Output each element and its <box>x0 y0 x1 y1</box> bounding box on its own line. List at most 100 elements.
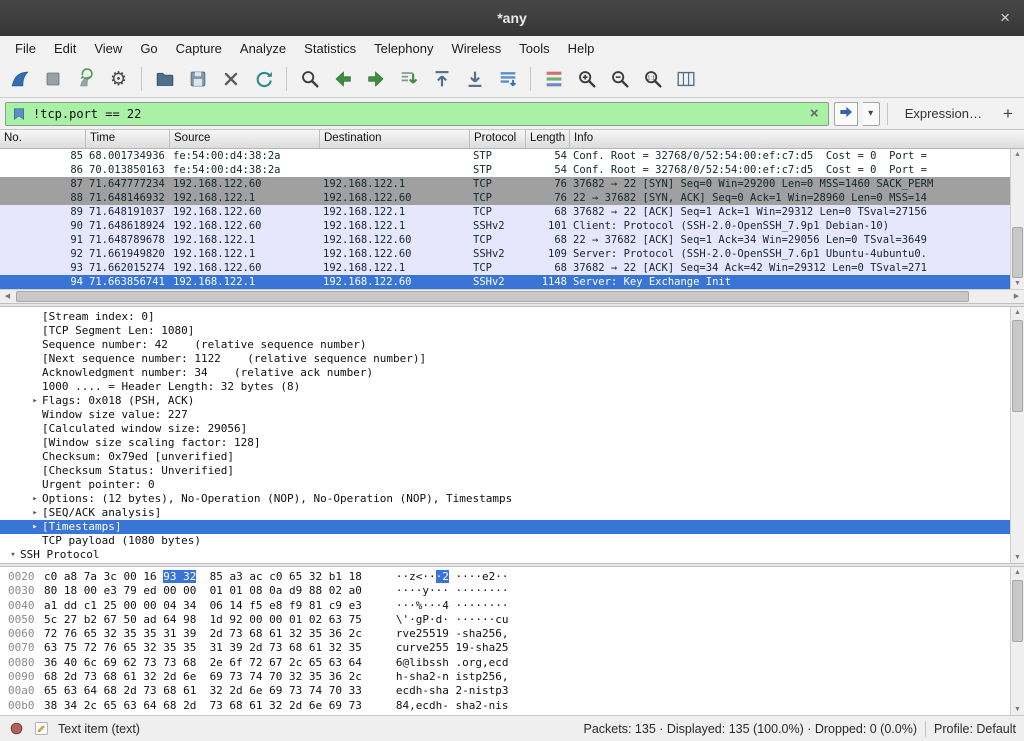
zoom-reset-button[interactable]: 1:1 <box>637 64 668 94</box>
zoom-in-button[interactable] <box>571 64 602 94</box>
menu-go[interactable]: Go <box>131 38 166 59</box>
hscroll-trough[interactable] <box>15 290 1009 303</box>
detail-line[interactable]: SSH Version 2 (encryption:chacha20-poly1… <box>0 562 1010 563</box>
expand-icon[interactable]: ▸ <box>28 520 42 534</box>
detail-line[interactable]: Acknowledgment number: 34 (relative ack … <box>0 366 1010 380</box>
detail-line[interactable]: [Calculated window size: 29056] <box>0 422 1010 436</box>
hex-row[interactable]: 00a065 63 64 68 2d 73 68 61 32 2d 6e 69 … <box>0 684 1010 698</box>
detail-line[interactable]: ▾SSH Protocol <box>0 548 1010 562</box>
auto-scroll-button[interactable] <box>492 64 523 94</box>
column-header-protocol[interactable]: Protocol <box>470 130 526 148</box>
column-header-time[interactable]: Time <box>86 130 170 148</box>
hex-row[interactable]: 007063 75 72 76 65 32 35 35 31 39 2d 73 … <box>0 641 1010 655</box>
clear-filter-icon[interactable]: × <box>806 105 823 122</box>
add-filter-button[interactable]: + <box>997 103 1019 125</box>
zoom-out-button[interactable] <box>604 64 635 94</box>
go-first-button[interactable] <box>426 64 457 94</box>
packet-list-vthumb[interactable] <box>1012 227 1023 277</box>
detail-line[interactable]: [Stream index: 0] <box>0 310 1010 324</box>
scroll-up-icon[interactable]: ▲ <box>1011 567 1024 578</box>
hex-row[interactable]: 006072 76 65 32 35 35 31 39 2d 73 68 61 … <box>0 627 1010 641</box>
find-packet-button[interactable] <box>294 64 325 94</box>
scroll-down-icon[interactable]: ▼ <box>1011 278 1024 289</box>
hex-row[interactable]: 0020c0 a8 7a 3c 00 16 93 32 85 a3 ac c0 … <box>0 570 1010 584</box>
detail-line[interactable]: [Checksum Status: Unverified] <box>0 464 1010 478</box>
menu-wireless[interactable]: Wireless <box>442 38 510 59</box>
menu-analyze[interactable]: Analyze <box>231 38 295 59</box>
column-header-info[interactable]: Info <box>570 130 1024 148</box>
hex-row[interactable]: 003080 18 00 e3 79 ed 00 00 01 01 08 0a … <box>0 584 1010 598</box>
detail-line[interactable]: ▸Flags: 0x018 (PSH, ACK) <box>0 394 1010 408</box>
detail-line[interactable]: Checksum: 0x79ed [unverified] <box>0 450 1010 464</box>
menu-telephony[interactable]: Telephony <box>365 38 442 59</box>
packet-row-87[interactable]: 8771.647777234192.168.122.60192.168.122.… <box>0 177 1010 191</box>
expert-info-icon[interactable] <box>8 720 25 737</box>
menu-view[interactable]: View <box>85 38 131 59</box>
bookmark-icon[interactable] <box>11 106 27 122</box>
packet-row-89[interactable]: 8971.648191037192.168.122.60192.168.122.… <box>0 205 1010 219</box>
detail-line[interactable]: Urgent pointer: 0 <box>0 478 1010 492</box>
colorize-packets-button[interactable] <box>538 64 569 94</box>
column-header-length[interactable]: Length <box>526 130 570 148</box>
detail-line[interactable]: TCP payload (1080 bytes) <box>0 534 1010 548</box>
hex-row[interactable]: 0040a1 dd c1 25 00 00 04 34 06 14 f5 e8 … <box>0 599 1010 613</box>
capture-comment-icon[interactable] <box>33 720 50 737</box>
detail-line[interactable]: [Window size scaling factor: 128] <box>0 436 1010 450</box>
display-filter-input[interactable]: !tcp.port == 22 × <box>5 102 829 126</box>
packet-list-hscrollbar[interactable]: ◀ ▶ <box>0 289 1024 303</box>
menu-tools[interactable]: Tools <box>510 38 558 59</box>
packet-row-90[interactable]: 9071.648618924192.168.122.60192.168.122.… <box>0 219 1010 233</box>
packet-row-86[interactable]: 8670.013850163fe:54:00:d4:38:2aSTP54Conf… <box>0 163 1010 177</box>
packet-list-vscrollbar[interactable]: ▲ ▼ <box>1010 149 1024 289</box>
hex-row[interactable]: 009068 2d 73 68 61 32 2d 6e 69 73 74 70 … <box>0 670 1010 684</box>
start-capture-button[interactable] <box>4 64 35 94</box>
column-header-destination[interactable]: Destination <box>320 130 470 148</box>
expand-icon[interactable]: ▸ <box>28 506 42 520</box>
resize-columns-button[interactable] <box>670 64 701 94</box>
menu-capture[interactable]: Capture <box>167 38 231 59</box>
profile-status[interactable]: Profile: Default <box>934 722 1016 736</box>
go-last-button[interactable] <box>459 64 490 94</box>
close-capture-button[interactable] <box>215 64 246 94</box>
column-header-source[interactable]: Source <box>170 130 320 148</box>
menu-help[interactable]: Help <box>559 38 604 59</box>
scroll-down-icon[interactable]: ▼ <box>1011 704 1024 715</box>
menu-statistics[interactable]: Statistics <box>295 38 365 59</box>
packet-row-94[interactable]: 9471.663856741192.168.122.1192.168.122.6… <box>0 275 1010 289</box>
reload-capture-button[interactable] <box>248 64 279 94</box>
detail-line[interactable]: [Next sequence number: 1122 (relative se… <box>0 352 1010 366</box>
packet-row-88[interactable]: 8871.648146932192.168.122.1192.168.122.6… <box>0 191 1010 205</box>
capture-options-button[interactable]: ⚙ <box>103 64 134 94</box>
go-to-packet-button[interactable] <box>393 64 424 94</box>
detail-line[interactable]: [TCP Segment Len: 1080] <box>0 324 1010 338</box>
packet-row-85[interactable]: 8568.001734936fe:54:00:d4:38:2aSTP54Conf… <box>0 149 1010 163</box>
hex-row[interactable]: 00505c 27 b2 67 50 ad 64 98 1d 92 00 00 … <box>0 613 1010 627</box>
detail-line[interactable]: Sequence number: 42 (relative sequence n… <box>0 338 1010 352</box>
detail-line[interactable]: 1000 .... = Header Length: 32 bytes (8) <box>0 380 1010 394</box>
detail-line[interactable]: ▸[SEQ/ACK analysis] <box>0 506 1010 520</box>
scroll-right-icon[interactable]: ▶ <box>1009 290 1024 303</box>
menu-file[interactable]: File <box>6 38 45 59</box>
details-vthumb[interactable] <box>1012 320 1023 412</box>
detail-line[interactable]: ▸Options: (12 bytes), No-Operation (NOP)… <box>0 492 1010 506</box>
details-vscrollbar[interactable]: ▲ ▼ <box>1010 307 1024 563</box>
go-back-button[interactable] <box>327 64 358 94</box>
hex-row[interactable]: 008036 40 6c 69 62 73 73 68 2e 6f 72 67 … <box>0 656 1010 670</box>
hex-vthumb[interactable] <box>1012 580 1023 642</box>
stop-capture-button[interactable] <box>37 64 68 94</box>
scroll-up-icon[interactable]: ▲ <box>1011 307 1024 318</box>
menu-edit[interactable]: Edit <box>45 38 85 59</box>
scroll-left-icon[interactable]: ◀ <box>0 290 15 303</box>
filter-dropdown-button[interactable]: ▾ <box>863 102 880 126</box>
collapse-icon[interactable]: ▾ <box>6 548 20 562</box>
column-header-no[interactable]: No. <box>0 130 86 148</box>
packet-list-hthumb[interactable] <box>16 291 969 302</box>
title-bar[interactable]: *any × <box>0 0 1024 36</box>
scroll-up-icon[interactable]: ▲ <box>1011 149 1024 160</box>
packet-row-93[interactable]: 9371.662015274192.168.122.60192.168.122.… <box>0 261 1010 275</box>
hex-vscrollbar[interactable]: ▲ ▼ <box>1010 567 1024 715</box>
hex-row[interactable]: 00b038 34 2c 65 63 64 68 2d 73 68 61 32 … <box>0 699 1010 713</box>
save-capture-button[interactable] <box>182 64 213 94</box>
apply-filter-button[interactable] <box>834 102 858 126</box>
expression-button[interactable]: Expression… <box>895 106 992 121</box>
